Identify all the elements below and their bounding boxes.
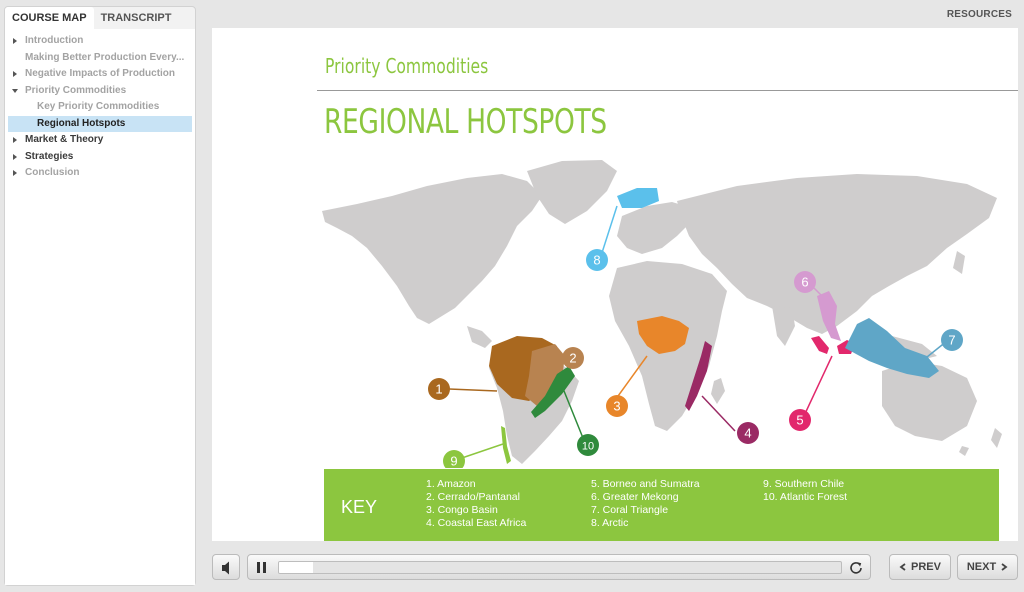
map-marker-2[interactable]: 2 xyxy=(562,347,584,369)
section-title: Priority Commodities xyxy=(325,54,489,78)
key-column-3: 9. Southern Chile 10. Atlantic Forest xyxy=(763,478,847,504)
key-entry: 3. Congo Basin xyxy=(426,504,498,516)
expand-arrow-icon[interactable] xyxy=(13,137,17,143)
world-map: 1 2 3 4 5 6 7 8 9 10 xyxy=(322,160,1002,468)
speaker-icon xyxy=(222,561,229,575)
svg-text:10: 10 xyxy=(582,441,594,453)
svg-text:9: 9 xyxy=(450,454,457,469)
key-entry: 7. Coral Triangle xyxy=(591,504,669,516)
map-marker-1[interactable]: 1 xyxy=(428,378,450,400)
course-item-introduction[interactable]: Introduction xyxy=(5,33,195,50)
key-column-1: 1. Amazon 2. Cerrado/Pantanal 3. Congo B… xyxy=(426,478,526,530)
key-entry: 6. Greater Mekong xyxy=(591,491,679,503)
course-item-key-priority-commodities[interactable]: Key Priority Commodities xyxy=(5,99,195,116)
chevron-right-icon xyxy=(1001,563,1008,571)
replay-icon[interactable] xyxy=(848,560,864,576)
tab-course-map[interactable]: COURSE MAP xyxy=(5,7,94,29)
key-entry: 10. Atlantic Forest xyxy=(763,491,848,503)
progress-track[interactable] xyxy=(278,561,842,574)
playback-bar xyxy=(247,554,871,580)
key-entry: 5. Borneo and Sumatra xyxy=(591,478,700,490)
resources-link[interactable]: RESOURCES xyxy=(947,9,1012,20)
map-marker-4[interactable]: 4 xyxy=(737,422,759,444)
svg-text:3: 3 xyxy=(613,399,620,414)
course-map-list: Introduction Making Better Production Ev… xyxy=(5,29,195,585)
chevron-left-icon xyxy=(899,563,906,571)
map-marker-8[interactable]: 8 xyxy=(586,249,608,271)
key-column-2: 5. Borneo and Sumatra 6. Greater Mekong … xyxy=(591,478,700,530)
map-marker-5[interactable]: 5 xyxy=(789,409,811,431)
svg-text:1: 1 xyxy=(435,382,442,397)
key-entry: 2. Cerrado/Pantanal xyxy=(426,491,520,503)
prev-button[interactable]: PREV xyxy=(889,554,951,580)
key-entry: 8. Arctic xyxy=(591,517,629,529)
map-marker-3[interactable]: 3 xyxy=(606,395,628,417)
course-item-strategies[interactable]: Strategies xyxy=(5,149,195,166)
pause-icon xyxy=(257,562,260,573)
map-key: KEY 1. Amazon 2. Cerrado/Pantanal 3. Con… xyxy=(324,469,999,541)
key-entry: 9. Southern Chile xyxy=(763,478,845,490)
course-item-conclusion[interactable]: Conclusion xyxy=(5,165,195,182)
svg-text:2: 2 xyxy=(569,351,576,366)
progress-fill xyxy=(279,562,313,573)
map-marker-9[interactable]: 9 xyxy=(443,450,465,468)
course-item-priority-commodities[interactable]: Priority Commodities xyxy=(5,83,195,100)
title-divider xyxy=(317,90,1018,91)
svg-text:7: 7 xyxy=(948,333,955,348)
map-marker-10[interactable]: 10 xyxy=(577,434,599,456)
tab-transcript[interactable]: TRANSCRIPT xyxy=(94,7,179,29)
volume-button[interactable] xyxy=(212,554,240,580)
slide-content: Priority Commodities REGIONAL HOTSPOTS 1… xyxy=(212,28,1018,541)
slide-title: REGIONAL HOTSPOTS xyxy=(324,102,607,142)
key-entry: 1. Amazon xyxy=(426,478,476,490)
course-item-negative-impacts[interactable]: Negative Impacts of Production xyxy=(5,66,195,83)
hotspot-arctic xyxy=(617,188,659,208)
svg-text:4: 4 xyxy=(744,426,751,441)
sidebar-tabs: COURSE MAP TRANSCRIPT xyxy=(5,7,195,29)
course-sidebar: COURSE MAP TRANSCRIPT Introduction Makin… xyxy=(4,6,196,586)
course-item-making-better-production[interactable]: Making Better Production Every... xyxy=(5,50,195,67)
key-entry: 4. Coastal East Africa xyxy=(426,517,527,529)
expand-arrow-icon[interactable] xyxy=(13,71,17,77)
course-item-market-theory[interactable]: Market & Theory xyxy=(5,132,195,149)
map-marker-6[interactable]: 6 xyxy=(794,271,816,293)
course-item-regional-hotspots[interactable]: Regional Hotspots xyxy=(8,115,192,132)
expand-arrow-icon[interactable] xyxy=(13,170,17,176)
next-button[interactable]: NEXT xyxy=(957,554,1018,580)
svg-text:6: 6 xyxy=(801,275,808,290)
svg-text:8: 8 xyxy=(593,253,600,268)
svg-text:5: 5 xyxy=(796,413,803,428)
world-landmass xyxy=(322,160,1002,464)
collapse-arrow-icon[interactable] xyxy=(12,88,18,93)
expand-arrow-icon[interactable] xyxy=(13,38,17,44)
pause-button[interactable] xyxy=(257,562,266,573)
map-marker-7[interactable]: 7 xyxy=(941,329,963,351)
expand-arrow-icon[interactable] xyxy=(13,153,17,160)
key-label: KEY xyxy=(341,497,378,517)
